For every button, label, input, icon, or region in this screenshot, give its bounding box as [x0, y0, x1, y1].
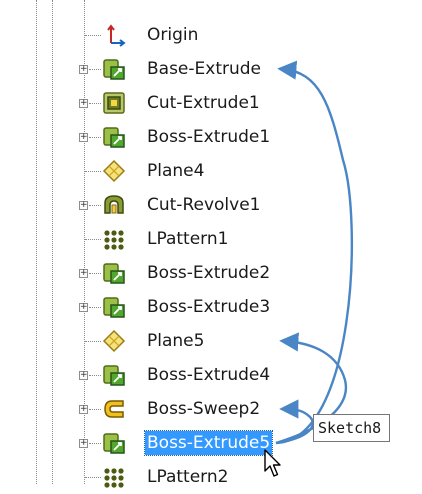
- expand-toggle[interactable]: +: [79, 439, 88, 448]
- tree-item-boss-extrude3[interactable]: + Boss-Extrude3: [0, 290, 422, 324]
- expand-toggle[interactable]: +: [79, 65, 88, 74]
- sweep-icon: [102, 397, 126, 421]
- expand-toggle[interactable]: +: [79, 133, 88, 142]
- plane-icon: [102, 329, 126, 353]
- tree-item-label: Plane5: [147, 331, 205, 351]
- tree-item-label: Base-Extrude: [147, 59, 262, 79]
- tree-item-label: LPattern2: [147, 467, 229, 487]
- tree-item-plane4[interactable]: Plane4: [0, 154, 422, 188]
- expand-toggle[interactable]: +: [79, 405, 88, 414]
- tree-item-origin[interactable]: Origin: [0, 18, 422, 52]
- tree-item-label: Boss-Extrude1: [147, 127, 271, 147]
- expand-toggle[interactable]: +: [79, 99, 88, 108]
- tree-item-label: Boss-Extrude4: [147, 365, 271, 385]
- tree-item-label: Boss-Extrude3: [147, 297, 271, 317]
- extrude-feature-icon: [102, 57, 126, 81]
- tree-item-label: Boss-Extrude5: [143, 430, 274, 456]
- mouse-cursor-icon: [264, 449, 284, 483]
- tree-item-label: Cut-Revolve1: [147, 195, 261, 215]
- extrude-feature-icon: [102, 125, 126, 149]
- linear-pattern-icon: [102, 465, 126, 489]
- tree-item-plane5[interactable]: Plane5: [0, 324, 422, 358]
- tree-item-label: Boss-Extrude2: [147, 263, 271, 283]
- linear-pattern-icon: [102, 227, 126, 251]
- tree-item-label: Plane4: [147, 161, 205, 181]
- extrude-feature-icon: [102, 261, 126, 285]
- tree-item-base-extrude[interactable]: + Base-Extrude: [0, 52, 422, 86]
- sketch-tooltip: Sketch8: [313, 414, 391, 442]
- cut-extrude-icon: [102, 91, 126, 115]
- extrude-feature-icon: [102, 431, 126, 455]
- expand-toggle[interactable]: +: [79, 303, 88, 312]
- tree-item-cut-revolve1[interactable]: + Cut-Revolve1: [0, 188, 422, 222]
- revolve-icon: [102, 193, 126, 217]
- expand-toggle[interactable]: +: [79, 371, 88, 380]
- tree-item-boss-extrude2[interactable]: + Boss-Extrude2: [0, 256, 422, 290]
- tree-item-label: LPattern1: [147, 229, 229, 249]
- tree-item-label: Boss-Sweep2: [147, 399, 261, 419]
- tree-item-boss-extrude4[interactable]: + Boss-Extrude4: [0, 358, 422, 392]
- expand-toggle[interactable]: +: [79, 201, 88, 210]
- tree-item-cut-extrude1[interactable]: + Cut-Extrude1: [0, 86, 422, 120]
- extrude-feature-icon: [102, 295, 126, 319]
- expand-toggle[interactable]: +: [79, 269, 88, 278]
- tree-item-lpattern1[interactable]: LPattern1: [0, 222, 422, 256]
- tree-item-label: Cut-Extrude1: [147, 93, 260, 113]
- tree-item-lpattern2[interactable]: LPattern2: [0, 460, 422, 494]
- extrude-feature-icon: [102, 363, 126, 387]
- origin-icon: [102, 23, 126, 47]
- tree-item-label: Origin: [147, 25, 199, 45]
- feature-manager-tree: Origin + Base-Extrude + Cut-Extrude1 + B…: [0, 0, 422, 488]
- tree-item-boss-extrude1[interactable]: + Boss-Extrude1: [0, 120, 422, 154]
- plane-icon: [102, 159, 126, 183]
